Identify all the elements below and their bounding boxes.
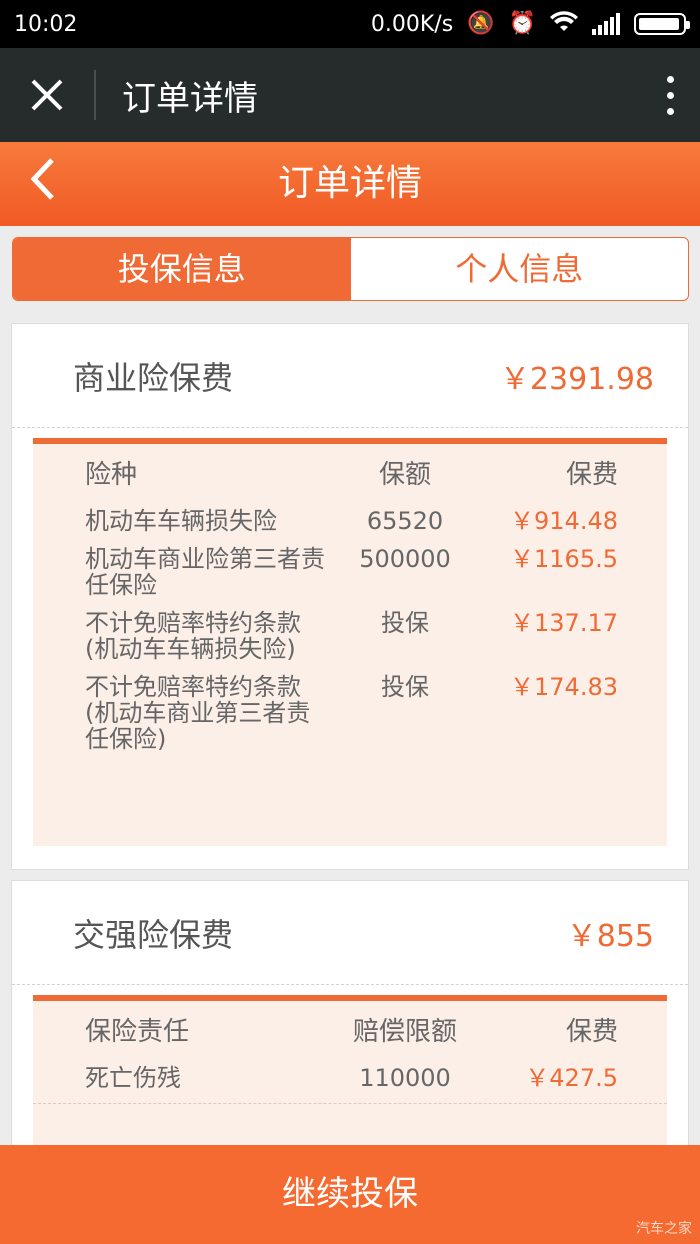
- liability-limit: 110000: [359, 1064, 451, 1092]
- column-header-fee: 保费: [565, 460, 618, 490]
- coverage-amount: 投保: [381, 673, 429, 701]
- coverage-name: 机动车商业险第三者责任保险: [85, 545, 325, 599]
- mute-icon: 🔕: [467, 11, 495, 36]
- commercial-insurance-label: 商业险保费: [73, 358, 234, 397]
- coverage-name: 不计免赔率特约条款(机动车商业第三者责任保险): [85, 673, 311, 753]
- column-header-fee: 保费: [565, 1017, 618, 1047]
- table-row: 死亡伤残 110000 ￥427.5: [33, 1065, 667, 1091]
- commercial-insurance-card: 商业险保费 ￥2391.98 险种 保额 保费 机动车车辆损失险 65520 ￥…: [11, 323, 689, 870]
- column-header-limit: 赔偿限额: [352, 1017, 457, 1047]
- coverage-name: 机动车车辆损失险: [85, 507, 277, 535]
- battery-icon: [634, 13, 690, 35]
- compulsory-insurance-card: 交强险保费 ￥855 保险责任 赔偿限额 保费 死亡伤残 110000 ￥427…: [11, 880, 689, 1155]
- coverage-fee: ￥137.17: [510, 609, 618, 637]
- compulsory-insurance-label: 交强险保费: [73, 915, 234, 954]
- tab-bar: 投保信息 个人信息: [12, 237, 689, 301]
- wifi-icon: [550, 10, 578, 38]
- coverage-amount: 500000: [359, 545, 451, 573]
- status-time: 10:02: [14, 11, 78, 37]
- column-header-amount: 保额: [378, 460, 431, 490]
- column-header-liability: 保险责任: [85, 1017, 190, 1047]
- continue-insure-button[interactable]: 继续投保: [0, 1145, 700, 1244]
- coverage-name: 不计免赔率特约条款(机动车车辆损失险): [85, 609, 301, 663]
- column-header-type: 险种: [85, 460, 138, 490]
- table-row: 机动车车辆损失险 65520 ￥914.48: [33, 508, 667, 534]
- close-icon[interactable]: [0, 48, 94, 142]
- alarm-icon: ⏰: [508, 11, 536, 36]
- table-row: 不计免赔率特约条款(机动车车辆损失险) 投保 ￥137.17: [33, 610, 667, 662]
- signal-icon: [592, 13, 620, 35]
- coverage-amount: 65520: [366, 507, 444, 535]
- coverage-fee: ￥174.83: [510, 673, 618, 701]
- status-bar: 10:02 0.00K/s 🔕 ⏰: [0, 0, 700, 48]
- webview-title: 订单详情: [122, 78, 258, 119]
- network-speed: 0.00K/s: [370, 11, 454, 37]
- commercial-insurance-detail: 险种 保额 保费 机动车车辆损失险 65520 ￥914.48 机动车商业险第三…: [33, 438, 667, 846]
- table-row: 不计免赔率特约条款(机动车商业第三者责任保险) 投保 ￥174.83: [33, 674, 667, 752]
- table-header-row: 保险责任 赔偿限额 保费: [33, 1019, 667, 1045]
- status-icons: 0.00K/s 🔕 ⏰: [370, 10, 690, 38]
- watermark: 汽车之家: [636, 1221, 692, 1237]
- table-row: 机动车商业险第三者责任保险 500000 ￥1165.5: [33, 546, 667, 598]
- liability-fee: ￥427.5: [525, 1064, 618, 1092]
- more-options-icon[interactable]: [640, 75, 700, 115]
- tab-insurance-info[interactable]: 投保信息: [13, 238, 351, 300]
- page-header: 订单详情: [0, 142, 700, 226]
- compulsory-insurance-price: ￥855: [566, 918, 654, 954]
- webview-toolbar: 订单详情: [0, 48, 700, 142]
- compulsory-insurance-detail: 保险责任 赔偿限额 保费 死亡伤残 110000 ￥427.5: [33, 995, 667, 1155]
- table-row-partial: [33, 1103, 667, 1133]
- coverage-amount: 投保: [381, 609, 429, 637]
- tab-personal-info[interactable]: 个人信息: [351, 238, 689, 300]
- table-header-row: 险种 保额 保费: [33, 462, 667, 488]
- page-title: 订单详情: [277, 163, 422, 204]
- coverage-fee: ￥1165.5: [510, 545, 618, 573]
- liability-name: 死亡伤残: [85, 1064, 181, 1092]
- commercial-insurance-price: ￥2391.98: [499, 361, 654, 397]
- coverage-fee: ￥914.48: [510, 507, 618, 535]
- compulsory-insurance-header: 交强险保费 ￥855: [12, 881, 688, 985]
- commercial-insurance-header: 商业险保费 ￥2391.98: [12, 324, 688, 428]
